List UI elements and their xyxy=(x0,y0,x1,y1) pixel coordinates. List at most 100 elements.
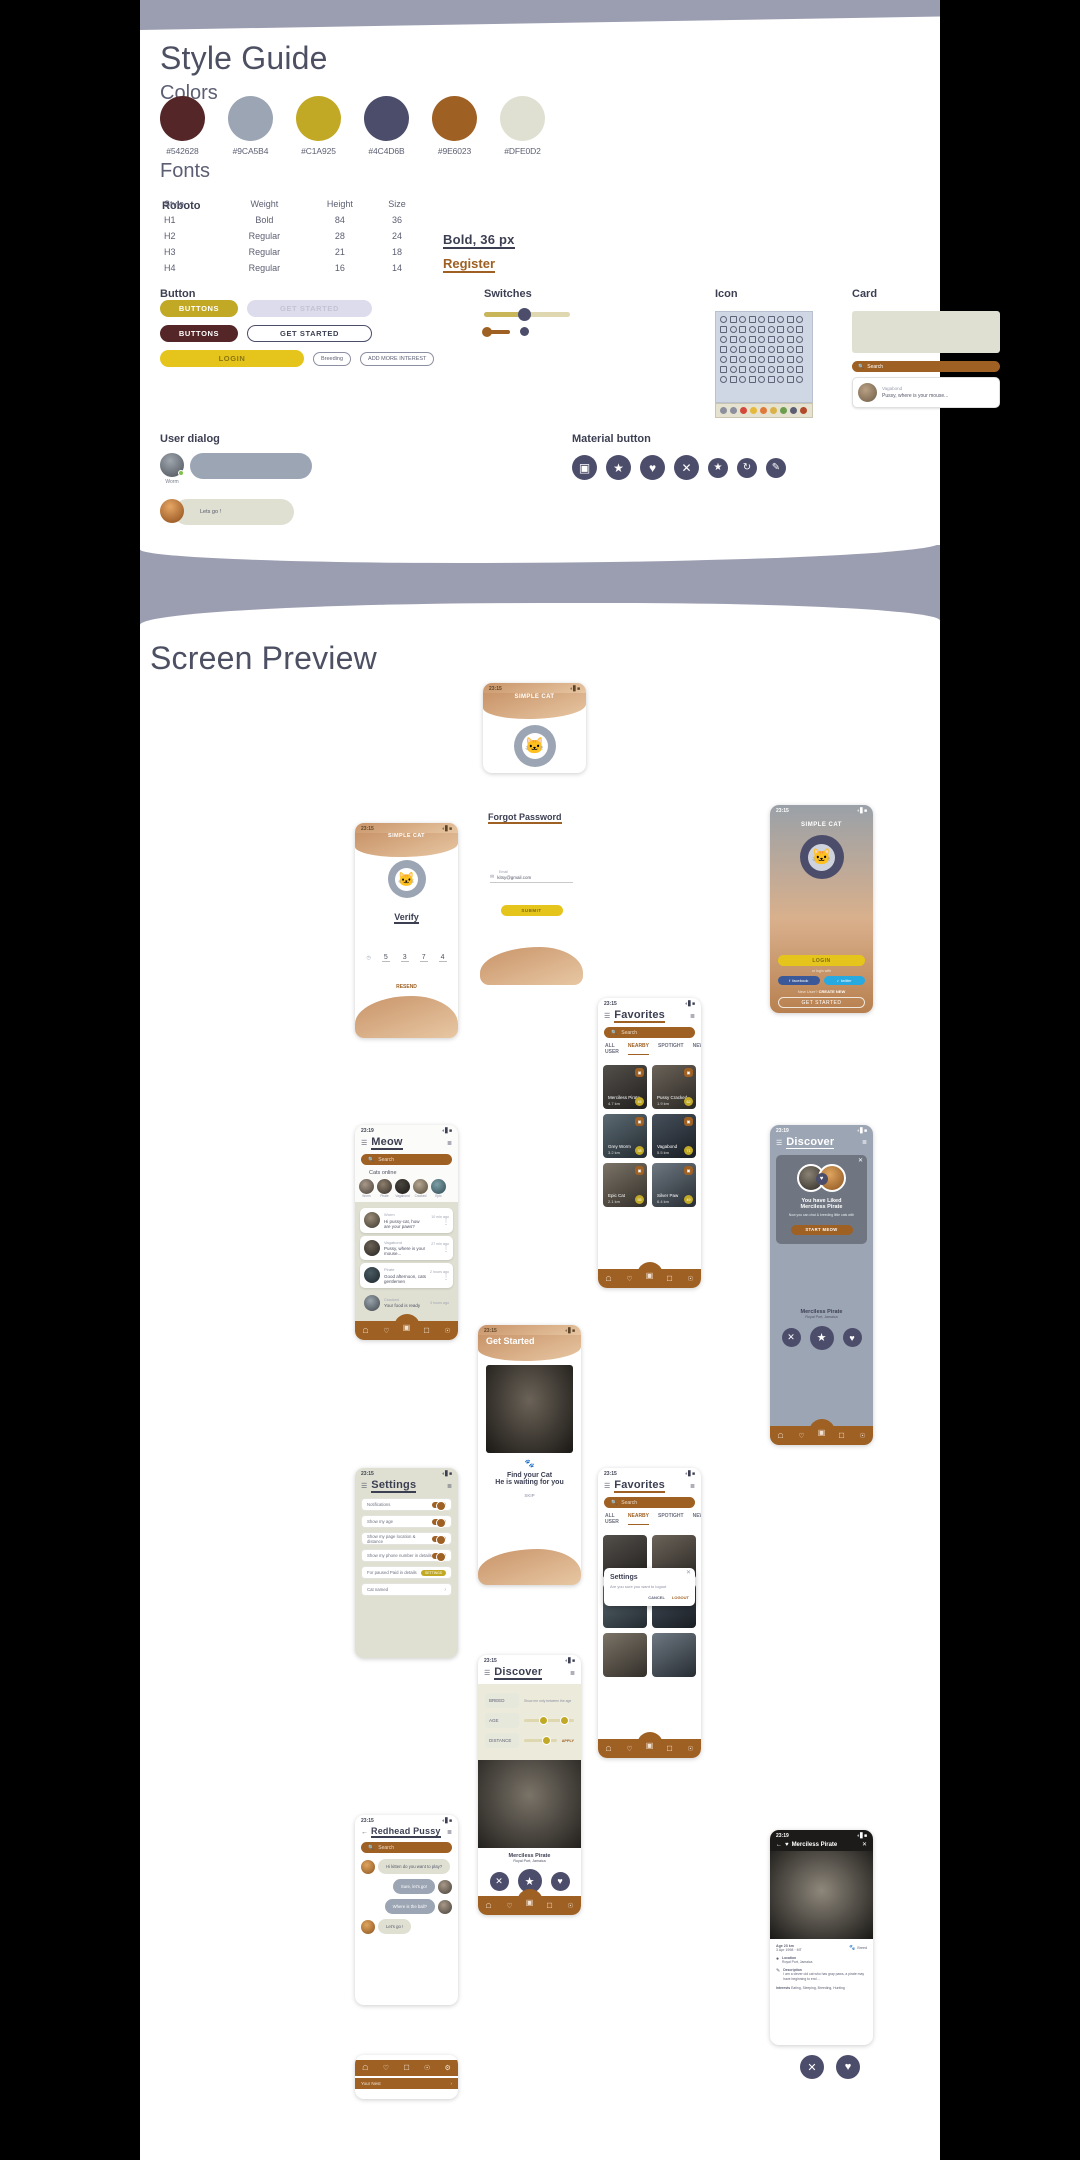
dot-indicator[interactable] xyxy=(520,327,529,336)
bottom-nav[interactable]: ☖ ♡ ● ☐ ☉ ▣ xyxy=(355,1314,458,1340)
status-dot-yellow[interactable] xyxy=(750,407,757,414)
circle-icon[interactable] xyxy=(777,356,784,363)
square-icon[interactable] xyxy=(720,366,727,373)
heart-icon[interactable]: ♥ xyxy=(785,1842,789,1848)
circle-icon[interactable] xyxy=(758,356,765,363)
avatar[interactable] xyxy=(160,499,184,523)
list-item[interactable]: Worm Hi pussy-cat, how are your paws? 10… xyxy=(360,1208,453,1233)
plus-icon[interactable] xyxy=(767,376,775,383)
refresh-icon[interactable]: ↻ xyxy=(737,457,757,478)
square-icon[interactable] xyxy=(767,336,775,343)
square-icon[interactable] xyxy=(777,326,784,333)
circle-icon[interactable] xyxy=(767,326,775,333)
back-arrow-icon[interactable]: ← xyxy=(361,1829,368,1836)
square-icon[interactable] xyxy=(777,346,784,353)
square-icon[interactable] xyxy=(748,336,756,343)
close-icon[interactable]: ✕ xyxy=(781,1328,801,1348)
circle-icon[interactable] xyxy=(786,366,794,373)
heart-icon[interactable]: ♥ xyxy=(550,1871,570,1891)
resend-button[interactable]: RESEND xyxy=(355,984,458,990)
phone-profile[interactable]: 23:19 ◐▋■ ← ♥ Merciless Pirate ✕ Age 23 … xyxy=(770,1830,873,2045)
home-icon[interactable]: ☖ xyxy=(605,1275,611,1283)
circle-icon[interactable] xyxy=(777,336,784,343)
otp-digit-2[interactable]: 3 xyxy=(400,954,409,962)
square-icon[interactable] xyxy=(748,316,756,323)
chat-icon[interactable]: ☐ xyxy=(838,1432,844,1440)
favorites-icon[interactable]: ♡ xyxy=(626,1745,632,1753)
profile-icon[interactable]: ☉ xyxy=(687,1275,693,1283)
circle-icon[interactable] xyxy=(739,376,746,383)
tab-nearby[interactable]: NEARBY xyxy=(627,1513,650,1525)
toggle-switch[interactable] xyxy=(482,326,510,337)
close-icon[interactable]: ✕ xyxy=(858,1157,863,1164)
setting-row[interactable]: For paused Paid in details SETTINGS xyxy=(361,1566,452,1579)
toggle-switch[interactable] xyxy=(432,1534,446,1545)
circle-icon[interactable] xyxy=(777,316,784,323)
filter-icon[interactable]: ≣ xyxy=(447,1140,452,1147)
close-icon[interactable]: ✕ xyxy=(674,455,699,480)
slider-knob[interactable] xyxy=(518,308,532,321)
profile-icon[interactable]: ☉ xyxy=(687,1745,693,1753)
slider-track[interactable] xyxy=(484,308,570,321)
favorites-icon[interactable]: ♡ xyxy=(798,1432,804,1440)
phone-navbar-showcase[interactable]: ☖ ♡ ☐ ☉ ⚙ Your Nest › xyxy=(355,2055,458,2099)
cat-card[interactable]: ▣ Merciless Pirate 4.7 km 45 xyxy=(603,1065,647,1109)
center-action-button[interactable]: ▣ xyxy=(636,1262,663,1288)
square-icon[interactable] xyxy=(796,346,803,353)
profile-icon[interactable]: ☉ xyxy=(424,2064,430,2072)
square-icon[interactable] xyxy=(748,356,756,363)
circle-icon[interactable] xyxy=(758,336,765,343)
square-icon[interactable] xyxy=(729,356,737,363)
menu-icon[interactable]: ☰ xyxy=(484,1669,490,1677)
login-button[interactable]: LOGIN xyxy=(778,955,865,966)
circle-icon[interactable] xyxy=(720,336,727,343)
square-icon[interactable] xyxy=(758,366,765,373)
list-item[interactable]: Pirate Good afternoon, cats gentlemen 2 … xyxy=(360,1263,453,1288)
tab-new[interactable]: NEW xyxy=(693,1513,701,1525)
online-cat-item[interactable]: Worm xyxy=(359,1179,374,1198)
status-dot-dark[interactable] xyxy=(790,407,797,414)
status-dot-grey[interactable] xyxy=(730,407,737,414)
circle-icon[interactable] xyxy=(758,316,765,323)
square-icon[interactable] xyxy=(758,326,765,333)
center-action-button[interactable]: ▣ xyxy=(516,1889,543,1915)
bottom-nav[interactable]: ☖ ♡ ● ☐ ☉ ▣ xyxy=(598,1262,701,1288)
favorites-icon[interactable]: ♡ xyxy=(626,1275,632,1283)
toggle-switch[interactable] xyxy=(432,1500,446,1511)
setting-row[interactable]: Notifications xyxy=(361,1498,452,1511)
close-icon[interactable]: ✕ xyxy=(800,2055,824,2079)
logout-button[interactable]: LOGOUT xyxy=(672,1595,689,1600)
get-started-ghost[interactable]: GET STARTED xyxy=(247,300,372,317)
circle-icon[interactable] xyxy=(796,316,803,323)
grid-icon[interactable] xyxy=(720,326,727,333)
square-icon[interactable] xyxy=(729,376,737,383)
search-input[interactable]: 🔍 Search xyxy=(361,1842,452,1853)
tab-nearby[interactable]: NEARBY xyxy=(627,1043,650,1055)
phone-verify[interactable]: 23:15 ◐▋■ SIMPLE CAT 🐱 Verify ◷ 5 3 7 4 … xyxy=(355,823,458,1038)
phone-get-started[interactable]: 23:15 ◐▋■ Get Started 🐾 Find your Cat He… xyxy=(478,1325,581,1585)
filter-icon[interactable]: ≣ xyxy=(447,1483,452,1490)
cat-card[interactable]: ▣ Pussy Cracked 1.9 km 62 xyxy=(652,1065,696,1109)
favorites-icon[interactable]: ♡ xyxy=(383,1327,389,1335)
square-icon[interactable] xyxy=(767,316,775,323)
bottom-nav[interactable]: ☖ ♡ ● ☐ ☉ ▣ xyxy=(598,1732,701,1758)
circle-icon[interactable] xyxy=(748,346,756,353)
center-action-button[interactable]: ▣ xyxy=(393,1314,420,1340)
setting-row[interactable]: Show my page location & distance xyxy=(361,1532,452,1545)
tab-all-user[interactable]: ALL USER xyxy=(605,1513,619,1525)
age-slider-knob-max[interactable] xyxy=(560,1716,569,1725)
more-options-icon[interactable]: ⋮ xyxy=(430,1274,449,1281)
search-input[interactable]: 🔍 Search xyxy=(361,1154,452,1165)
tab-all-user[interactable]: ALL USER xyxy=(605,1043,619,1055)
pin-icon[interactable] xyxy=(786,316,794,323)
phone-favorites-dialog[interactable]: 23:15 ◐▋■ ☰ Favorites ≣ 🔍 Search ALL USE… xyxy=(598,1468,701,1758)
tab-new[interactable]: NEW xyxy=(693,1043,701,1055)
circle-icon[interactable] xyxy=(796,356,803,363)
filter-icon[interactable]: ≣ xyxy=(690,1483,695,1490)
filter-icon[interactable]: ≣ xyxy=(570,1670,575,1677)
circle-icon[interactable] xyxy=(720,376,727,383)
menu-icon[interactable]: ☰ xyxy=(776,1139,782,1147)
close-icon[interactable]: ✕ xyxy=(686,1569,691,1576)
list-item[interactable]: Cracked Your food is ready 3 hours ago xyxy=(360,1291,453,1315)
cancel-button[interactable]: CANCEL xyxy=(648,1595,665,1600)
